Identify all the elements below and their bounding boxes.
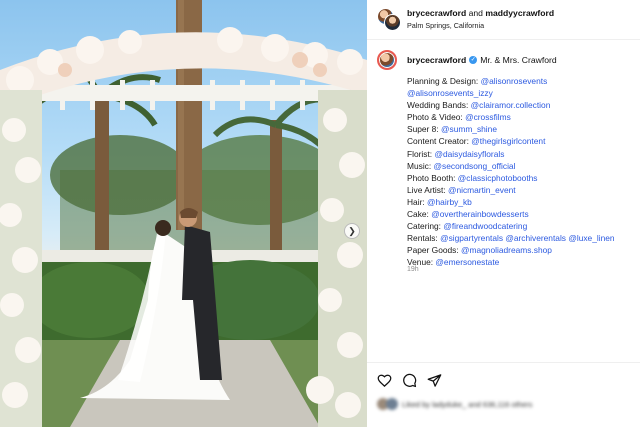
caption-line: Paper Goods: @magnoliadreams.shop <box>407 244 637 256</box>
caption-line: Music: @secondsong_official <box>407 160 637 172</box>
mention-link[interactable]: @sigpartyrentals <box>440 233 503 243</box>
mention-link[interactable]: @hairby_kb <box>427 197 472 207</box>
mention-link[interactable]: @classicphotobooths <box>458 173 538 183</box>
mention-link[interactable]: @alisonrosevents_izzy <box>407 88 493 98</box>
caption-username[interactable]: brycecrawford <box>407 55 466 65</box>
mention-link[interactable]: @luxe_linen <box>568 233 614 243</box>
caption-title: Mr. & Mrs. Crawford <box>480 55 557 65</box>
post-side-panel: brycecrawford and maddyycrawford Palm Sp… <box>367 0 640 427</box>
post-actions <box>377 373 442 388</box>
carousel-next-button[interactable]: ❯ <box>344 223 360 239</box>
mention-link[interactable]: @fireandwoodcatering <box>443 221 527 231</box>
caption-credits: Planning & Design: @alisonrosevents @alis… <box>407 75 637 269</box>
caption-line: Planning & Design: @alisonrosevents <box>407 75 637 87</box>
mention-link[interactable]: @crossfilms <box>465 112 511 122</box>
credit-label: Photo & Video: <box>407 112 466 123</box>
caption-line: Catering: @fireandwoodcatering <box>407 220 637 232</box>
caption-line: Photo Booth: @classicphotobooths <box>407 172 637 184</box>
avatar[interactable] <box>384 14 401 31</box>
post-photo[interactable]: ❯ <box>0 0 367 427</box>
caption-avatar[interactable] <box>377 50 397 70</box>
caption-line: Florist: @daisydaisyflorals <box>407 148 637 160</box>
mention-link[interactable]: @clairamor.collection <box>471 100 551 110</box>
mention-link[interactable]: @nicmartin_event <box>448 185 516 195</box>
mention-link[interactable]: @alisonrosevents <box>481 76 548 86</box>
chevron-right-icon: ❯ <box>348 225 356 236</box>
credit-label: Florist: <box>407 148 435 159</box>
credit-label: Rentals: <box>407 233 441 244</box>
credit-label: Music: <box>407 160 434 171</box>
caption-line: Content Creator: @thegirlsgirlcontent <box>407 135 637 147</box>
post-location[interactable]: Palm Springs, California <box>407 21 484 30</box>
author-username-2[interactable]: maddyycrawford <box>485 8 554 18</box>
send-icon[interactable] <box>427 373 442 388</box>
credit-label: Paper Goods: <box>407 245 462 256</box>
post-authors: brycecrawford and maddyycrawford <box>407 8 554 18</box>
credit-label: Content Creator: <box>407 136 472 147</box>
caption-header: brycecrawford ✓ Mr. & Mrs. Crawford <box>407 55 557 65</box>
caption-line: Rentals: @sigpartyrentals @archiverental… <box>407 232 637 244</box>
mention-link[interactable]: @summ_shine <box>441 124 497 134</box>
credit-label: Super 8: <box>407 124 441 135</box>
verified-badge-icon: ✓ <box>469 56 478 64</box>
caption-line: Wedding Bands: @clairamor.collection <box>407 99 637 111</box>
heart-icon[interactable] <box>377 373 392 388</box>
likes-summary[interactable]: Liked by ladyduke_ and 636,116 others <box>377 398 532 410</box>
credit-label: Catering: <box>407 221 444 232</box>
credit-label: Live Artist: <box>407 184 448 195</box>
divider <box>367 362 640 363</box>
author-username-1[interactable]: brycecrawford <box>407 8 466 18</box>
mention-link[interactable]: @thegirlsgirlcontent <box>471 136 545 146</box>
post-header: brycecrawford and maddyycrawford Palm Sp… <box>367 0 640 40</box>
wedding-photo-illustration <box>0 0 367 427</box>
caption-line: Venue: @emersonestate <box>407 256 637 268</box>
mention-link[interactable]: @archiverentals <box>505 233 566 243</box>
avatar <box>386 398 398 410</box>
author-joiner: and <box>468 8 483 18</box>
credit-label: Photo Booth: <box>407 172 458 183</box>
credit-label: Hair: <box>407 196 428 207</box>
mention-link[interactable]: @overtherainbowdesserts <box>431 209 528 219</box>
post-timestamp[interactable]: 19h <box>407 266 419 273</box>
credit-label: Planning & Design: <box>407 76 481 86</box>
caption-line: Hair: @hairby_kb <box>407 196 637 208</box>
credit-label: Wedding Bands: <box>407 100 471 111</box>
mention-link[interactable]: @secondsong_official <box>434 161 516 171</box>
likes-text: Liked by ladyduke_ and 636,116 others <box>402 399 533 409</box>
caption-line: Live Artist: @nicmartin_event <box>407 184 637 196</box>
mention-link[interactable]: @magnoliadreams.shop <box>461 245 552 255</box>
mention-link[interactable]: @daisydaisyflorals <box>434 149 504 159</box>
mention-link[interactable]: @emersonestate <box>435 257 499 267</box>
caption-line: Photo & Video: @crossfilms <box>407 111 637 123</box>
credit-label: Cake: <box>407 209 432 220</box>
caption-line: Super 8: @summ_shine <box>407 123 637 135</box>
caption-line: @alisonrosevents_izzy <box>407 87 637 99</box>
caption-line: Cake: @overtherainbowdesserts <box>407 208 637 220</box>
comment-icon[interactable] <box>402 373 417 388</box>
